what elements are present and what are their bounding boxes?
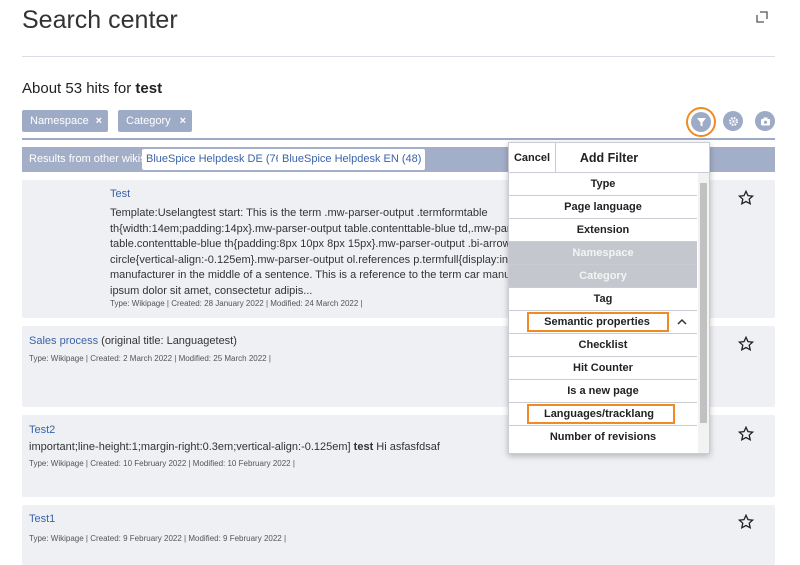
result-card: Test1 Type: Wikipage | Created: 9 Februa… (22, 505, 775, 565)
filter-option-hit-counter[interactable]: Hit Counter (509, 357, 697, 380)
filter-option-label: Namespace (572, 247, 634, 259)
other-wikis-label: Results from other wikis (29, 153, 146, 165)
snippet-text: Hi asfasfdsaf (376, 441, 440, 453)
remove-facet-button[interactable]: × (96, 110, 102, 132)
filter-option-page-language[interactable]: Page language (509, 196, 697, 219)
add-filter-button[interactable] (686, 107, 716, 137)
divider (22, 56, 775, 57)
filter-option-label: Extension (576, 224, 630, 236)
wiki-chip-de[interactable]: BlueSpice Helpdesk DE (76) (142, 149, 290, 170)
hit-count-prefix: About 53 hits for (22, 80, 132, 97)
facet-label: Category (126, 115, 171, 127)
expand-icon[interactable] (756, 11, 768, 23)
result-meta: Type: Wikipage | Created: 10 February 20… (29, 459, 295, 468)
filter-option-checklist[interactable]: Checklist (509, 334, 697, 357)
star-icon[interactable] (738, 190, 754, 206)
filter-option-extension[interactable]: Extension (509, 219, 697, 242)
result-title-link[interactable]: Test1 (29, 513, 55, 525)
filter-option-label: Checklist (578, 339, 628, 351)
filter-option-tag[interactable]: Tag (509, 288, 697, 311)
gear-icon (728, 116, 738, 126)
cancel-button[interactable]: Cancel (509, 143, 556, 173)
filter-list: Type Page language Extension Namespace C… (509, 173, 697, 449)
filter-option-label: Category (579, 270, 627, 282)
filter-option-label: Page language (564, 201, 642, 213)
star-icon[interactable] (738, 336, 754, 352)
add-filter-panel: Cancel Add Filter Type Page language Ext… (508, 142, 710, 454)
scrollbar-thumb[interactable] (700, 183, 707, 423)
filter-option-label: Languages/tracklang (543, 408, 655, 420)
result-title-link[interactable]: Test2 (29, 424, 55, 436)
result-meta: Type: Wikipage | Created: 9 February 202… (29, 534, 287, 543)
filter-option-languages-tracklang[interactable]: Languages/tracklang (509, 403, 697, 426)
search-query: test (135, 80, 163, 97)
filter-option-label: Is a new page (567, 385, 639, 397)
export-icon (760, 117, 770, 125)
settings-button[interactable] (723, 111, 743, 131)
snippet-match: test (353, 441, 374, 453)
hit-count: About 53 hits for test (22, 80, 162, 97)
result-title-row: Sales process (original title: Languaget… (29, 335, 237, 347)
facet-category[interactable]: Category × (118, 110, 192, 132)
filter-option-type[interactable]: Type (509, 173, 697, 196)
filter-icon (696, 117, 706, 126)
filter-option-namespace: Namespace (509, 242, 697, 265)
result-meta: Type: Wikipage | Created: 2 March 2022 |… (29, 354, 271, 363)
filter-option-is-a-new-page[interactable]: Is a new page (509, 380, 697, 403)
result-meta: Type: Wikipage | Created: 28 January 202… (110, 299, 363, 308)
filter-option-label: Number of revisions (549, 431, 657, 443)
export-button[interactable] (755, 111, 775, 131)
remove-facet-button[interactable]: × (180, 110, 186, 132)
facet-divider (22, 138, 775, 140)
filter-panel-title: Add Filter (579, 151, 639, 165)
result-title-link[interactable]: Sales process (29, 335, 98, 347)
filter-option-number-of-revisions[interactable]: Number of revisions (509, 426, 697, 449)
filter-option-category: Category (509, 265, 697, 288)
filter-option-label: Type (590, 178, 616, 190)
wiki-chip-en[interactable]: BlueSpice Helpdesk EN (48) (278, 149, 426, 170)
filter-option-label: Tag (593, 293, 613, 305)
result-title-link[interactable]: Test (110, 188, 130, 200)
filter-option-semantic-properties[interactable]: Semantic properties (509, 311, 697, 334)
original-title: (original title: Languagetest) (101, 335, 237, 347)
snippet-text: important;line-height:1;margin-right:0.3… (29, 441, 351, 453)
filter-option-label: Hit Counter (573, 362, 633, 374)
facet-label: Namespace (30, 115, 89, 127)
facet-namespace[interactable]: Namespace × (22, 110, 108, 132)
star-icon[interactable] (738, 514, 754, 530)
result-snippet: important;line-height:1;margin-right:0.3… (29, 440, 440, 456)
star-icon[interactable] (738, 426, 754, 442)
page-title: Search center (22, 6, 178, 34)
chevron-up-icon[interactable] (673, 311, 691, 333)
filter-panel-header: Cancel Add Filter (509, 143, 709, 173)
filter-option-label: Semantic properties (544, 316, 650, 328)
